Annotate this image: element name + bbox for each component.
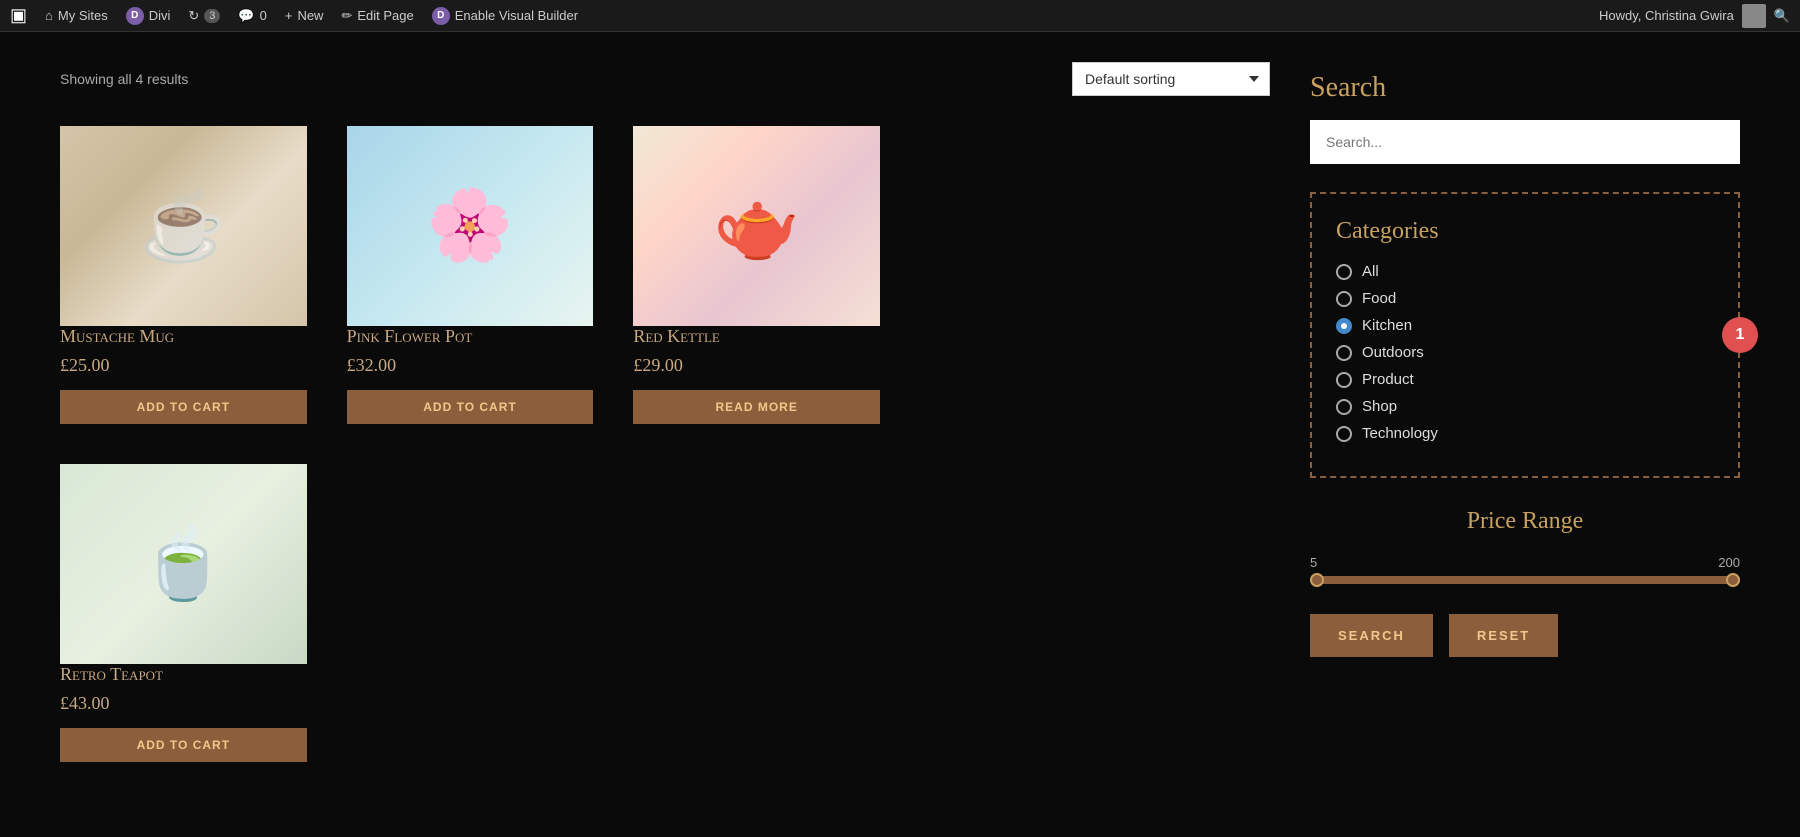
product-price-mustache-mug: £25.00 bbox=[60, 355, 307, 376]
comments-count: 0 bbox=[260, 8, 267, 23]
divi-item[interactable]: D Divi bbox=[126, 7, 171, 25]
category-outdoors[interactable]: Outdoors bbox=[1336, 344, 1714, 361]
updates-badge: 3 bbox=[204, 9, 220, 23]
comments-item[interactable]: 💬 0 bbox=[238, 8, 266, 24]
product-price-red-kettle: £29.00 bbox=[633, 355, 880, 376]
product-image-pink-flower-pot bbox=[347, 126, 594, 326]
slider-thumb-right[interactable] bbox=[1726, 573, 1740, 587]
products-grid: Mustache Mug £25.00 ADD TO CART Pink Flo… bbox=[60, 126, 880, 424]
my-sites-icon: ⌂ bbox=[45, 8, 53, 23]
sort-select[interactable]: Default sorting Sort by popularity Sort … bbox=[1072, 62, 1270, 96]
plus-icon: + bbox=[285, 8, 293, 23]
divi-label: Divi bbox=[149, 8, 171, 23]
divi-icon: D bbox=[126, 7, 144, 25]
slider-thumb-left[interactable] bbox=[1310, 573, 1324, 587]
category-kitchen[interactable]: Kitchen bbox=[1336, 317, 1714, 334]
product-card-pink-flower-pot: Pink Flower Pot £32.00 ADD TO CART bbox=[347, 126, 594, 424]
sidebar-buttons: SEARCH RESET bbox=[1310, 614, 1740, 657]
product-price-retro-teapot: £43.00 bbox=[60, 693, 307, 714]
category-technology[interactable]: Technology bbox=[1336, 425, 1714, 442]
price-slider-track[interactable] bbox=[1310, 576, 1740, 584]
price-max-label: 200 bbox=[1718, 555, 1740, 570]
updates-item[interactable]: ↻ 3 bbox=[188, 8, 220, 24]
admin-bar: ▣ ⌂ My Sites D Divi ↻ 3 💬 0 + New ✏ Edit… bbox=[0, 0, 1800, 32]
showing-results-text: Showing all 4 results bbox=[60, 71, 188, 87]
products-header: Showing all 4 results Default sorting So… bbox=[60, 62, 1270, 96]
category-radio-outdoors bbox=[1336, 345, 1352, 361]
updates-icon: ↻ bbox=[188, 8, 199, 24]
edit-page-item[interactable]: ✏ Edit Page bbox=[341, 8, 413, 24]
category-shop[interactable]: Shop bbox=[1336, 398, 1714, 415]
category-radio-product bbox=[1336, 372, 1352, 388]
price-min-label: 5 bbox=[1310, 555, 1317, 570]
products-row2: Retro Teapot £43.00 ADD TO CART bbox=[60, 464, 880, 762]
sidebar: Search Categories All Food Kitchen Outdo… bbox=[1310, 62, 1740, 762]
admin-bar-right: Howdy, Christina Gwira 🔍 bbox=[1599, 4, 1790, 28]
category-radio-technology bbox=[1336, 426, 1352, 442]
category-label-outdoors: Outdoors bbox=[1362, 344, 1424, 361]
add-to-cart-retro-teapot[interactable]: ADD TO CART bbox=[60, 728, 307, 762]
product-card-mustache-mug: Mustache Mug £25.00 ADD TO CART bbox=[60, 126, 307, 424]
product-card-red-kettle: Red Kettle £29.00 READ MORE bbox=[633, 126, 880, 424]
category-label-product: Product bbox=[1362, 371, 1414, 388]
search-input[interactable] bbox=[1310, 120, 1740, 164]
category-label-technology: Technology bbox=[1362, 425, 1438, 442]
avatar bbox=[1742, 4, 1766, 28]
sidebar-search-title: Search bbox=[1310, 72, 1740, 104]
new-item[interactable]: + New bbox=[285, 8, 324, 23]
product-name-retro-teapot: Retro Teapot bbox=[60, 664, 307, 685]
product-image-red-kettle bbox=[633, 126, 880, 326]
add-to-cart-mustache-mug[interactable]: ADD TO CART bbox=[60, 390, 307, 424]
product-name-red-kettle: Red Kettle bbox=[633, 326, 880, 347]
product-name-mustache-mug: Mustache Mug bbox=[60, 326, 307, 347]
categories-box: Categories All Food Kitchen Outdoors Pro… bbox=[1310, 192, 1740, 478]
price-range-title: Price Range bbox=[1310, 508, 1740, 535]
visual-builder-item[interactable]: D Enable Visual Builder bbox=[432, 7, 578, 25]
divi-builder-icon: D bbox=[432, 7, 450, 25]
visual-builder-label: Enable Visual Builder bbox=[455, 8, 578, 23]
category-radio-all bbox=[1336, 264, 1352, 280]
category-all[interactable]: All bbox=[1336, 263, 1714, 280]
category-product[interactable]: Product bbox=[1336, 371, 1714, 388]
comments-icon: 💬 bbox=[238, 8, 254, 24]
reset-button[interactable]: RESET bbox=[1449, 614, 1558, 657]
product-image-retro-teapot bbox=[60, 464, 307, 664]
my-sites-item[interactable]: ⌂ My Sites bbox=[45, 8, 108, 23]
read-more-red-kettle[interactable]: READ MORE bbox=[633, 390, 880, 424]
user-greeting: Howdy, Christina Gwira bbox=[1599, 8, 1734, 23]
main-content: Showing all 4 results Default sorting So… bbox=[0, 32, 1800, 792]
wordpress-icon[interactable]: ▣ bbox=[10, 5, 27, 26]
categories-title: Categories bbox=[1336, 218, 1714, 245]
product-price-pink-flower-pot: £32.00 bbox=[347, 355, 594, 376]
category-radio-kitchen bbox=[1336, 318, 1352, 334]
products-area: Showing all 4 results Default sorting So… bbox=[60, 62, 1270, 762]
product-card-retro-teapot: Retro Teapot £43.00 ADD TO CART bbox=[60, 464, 307, 762]
search-button[interactable]: SEARCH bbox=[1310, 614, 1433, 657]
category-radio-shop bbox=[1336, 399, 1352, 415]
category-food[interactable]: Food bbox=[1336, 290, 1714, 307]
category-label-all: All bbox=[1362, 263, 1379, 280]
price-range-labels: 5 200 bbox=[1310, 555, 1740, 570]
category-radio-food bbox=[1336, 291, 1352, 307]
category-badge: 1 bbox=[1722, 317, 1758, 353]
add-to-cart-pink-flower-pot[interactable]: ADD TO CART bbox=[347, 390, 594, 424]
new-label: New bbox=[297, 8, 323, 23]
product-image-mustache-mug bbox=[60, 126, 307, 326]
search-admin-icon[interactable]: 🔍 bbox=[1774, 8, 1790, 24]
edit-icon: ✏ bbox=[341, 8, 352, 24]
category-label-food: Food bbox=[1362, 290, 1396, 307]
category-label-shop: Shop bbox=[1362, 398, 1397, 415]
edit-page-label: Edit Page bbox=[357, 8, 413, 23]
product-name-pink-flower-pot: Pink Flower Pot bbox=[347, 326, 594, 347]
category-label-kitchen: Kitchen bbox=[1362, 317, 1412, 334]
my-sites-label: My Sites bbox=[58, 8, 108, 23]
